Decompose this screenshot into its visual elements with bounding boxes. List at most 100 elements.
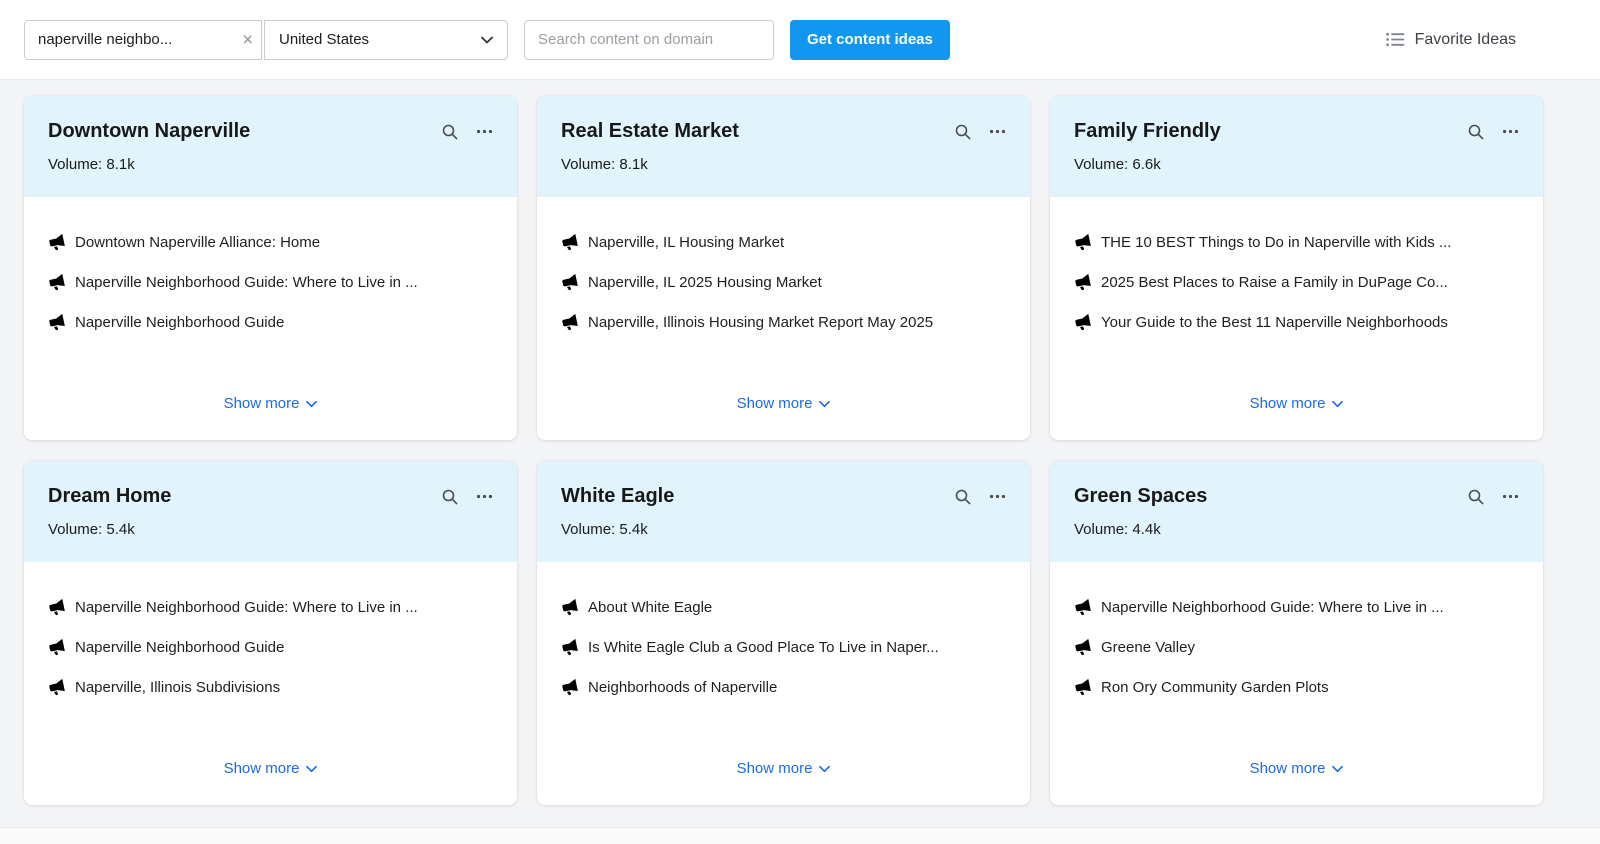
- volume-label: Volume:: [48, 156, 102, 173]
- volume-value: 5.4k: [106, 521, 134, 538]
- search-icon[interactable]: [954, 123, 971, 140]
- section-divider: [0, 827, 1600, 844]
- volume-label: Volume:: [1074, 156, 1128, 173]
- chevron-down-icon: [819, 395, 830, 412]
- chevron-down-icon: [1332, 395, 1343, 412]
- keyword-input[interactable]: [24, 20, 262, 60]
- megaphone-icon: [559, 597, 579, 617]
- volume-value: 5.4k: [619, 521, 647, 538]
- more-options-icon[interactable]: [1502, 123, 1519, 140]
- search-icon[interactable]: [441, 488, 458, 505]
- domain-search-input[interactable]: [524, 20, 774, 60]
- list-item[interactable]: Naperville, Illinois Housing Market Repo…: [561, 313, 1006, 333]
- card-title: White Eagle: [561, 485, 674, 508]
- idea-title: Ron Ory Community Garden Plots: [1101, 678, 1329, 698]
- card-header: Real Estate Market Volume: 8.1k: [537, 96, 1030, 197]
- list-item[interactable]: Your Guide to the Best 11 Naperville Nei…: [1074, 313, 1519, 333]
- card-title: Downtown Naperville: [48, 120, 250, 143]
- country-selected-value: United States: [279, 31, 369, 48]
- list-item[interactable]: Ron Ory Community Garden Plots: [1074, 678, 1519, 698]
- idea-title: Naperville, Illinois Subdivisions: [75, 678, 280, 698]
- list-item[interactable]: Naperville, IL 2025 Housing Market: [561, 273, 1006, 293]
- list-item[interactable]: Neighborhoods of Naperville: [561, 678, 1006, 698]
- list-item[interactable]: About White Eagle: [561, 598, 1006, 618]
- list-item[interactable]: Downtown Naperville Alliance: Home: [48, 233, 493, 253]
- list-item[interactable]: Naperville Neighborhood Guide: Where to …: [48, 273, 493, 293]
- list-item[interactable]: Naperville Neighborhood Guide: Where to …: [48, 598, 493, 618]
- topic-card-white-eagle: White Eagle Volume: 5.4k About White Eag…: [537, 461, 1030, 805]
- idea-title: Naperville Neighborhood Guide: Where to …: [75, 273, 418, 293]
- megaphone-icon: [46, 677, 66, 697]
- search-icon[interactable]: [1467, 488, 1484, 505]
- country-select[interactable]: United States: [264, 20, 508, 60]
- search-icon[interactable]: [441, 123, 458, 140]
- idea-list: Naperville, IL Housing Market Naperville…: [561, 233, 1006, 353]
- show-more-button[interactable]: Show more: [1246, 752, 1348, 785]
- megaphone-icon: [46, 232, 66, 252]
- idea-title: Your Guide to the Best 11 Naperville Nei…: [1101, 313, 1448, 333]
- idea-title: Naperville, IL Housing Market: [588, 233, 784, 253]
- megaphone-icon: [1072, 677, 1092, 697]
- favorite-ideas-button[interactable]: Favorite Ideas: [1386, 31, 1516, 49]
- idea-title: Naperville, IL 2025 Housing Market: [588, 273, 822, 293]
- volume-label: Volume:: [561, 521, 615, 538]
- show-more-button[interactable]: Show more: [220, 752, 322, 785]
- show-more-button[interactable]: Show more: [733, 752, 835, 785]
- chevron-down-icon: [481, 31, 493, 48]
- topic-card-dream-home: Dream Home Volume: 5.4k Naperville Neigh…: [24, 461, 517, 805]
- list-item[interactable]: 2025 Best Places to Raise a Family in Du…: [1074, 273, 1519, 293]
- card-body: THE 10 BEST Things to Do in Naperville w…: [1050, 197, 1543, 440]
- card-body: Downtown Naperville Alliance: Home Naper…: [24, 197, 517, 440]
- get-content-ideas-button[interactable]: Get content ideas: [790, 20, 950, 60]
- more-options-icon[interactable]: [1502, 488, 1519, 505]
- idea-title: About White Eagle: [588, 598, 712, 618]
- card-title: Green Spaces: [1074, 485, 1207, 508]
- megaphone-icon: [1072, 637, 1092, 657]
- idea-list: Naperville Neighborhood Guide: Where to …: [1074, 598, 1519, 718]
- idea-title: 2025 Best Places to Raise a Family in Du…: [1101, 273, 1448, 293]
- list-item[interactable]: Is White Eagle Club a Good Place To Live…: [561, 638, 1006, 658]
- more-options-icon[interactable]: [476, 488, 493, 505]
- chevron-down-icon: [306, 395, 317, 412]
- megaphone-icon: [559, 232, 579, 252]
- megaphone-icon: [46, 312, 66, 332]
- show-more-button[interactable]: Show more: [1246, 387, 1348, 420]
- show-more-button[interactable]: Show more: [733, 387, 835, 420]
- volume: Volume: 5.4k: [561, 521, 1006, 538]
- show-more-button[interactable]: Show more: [220, 387, 322, 420]
- more-options-icon[interactable]: [476, 123, 493, 140]
- card-title: Real Estate Market: [561, 120, 739, 143]
- clear-icon[interactable]: ×: [242, 30, 253, 48]
- search-icon[interactable]: [1467, 123, 1484, 140]
- list-item[interactable]: Naperville Neighborhood Guide: [48, 638, 493, 658]
- idea-title: Neighborhoods of Naperville: [588, 678, 777, 698]
- list-item[interactable]: Greene Valley: [1074, 638, 1519, 658]
- list-item[interactable]: Naperville, Illinois Subdivisions: [48, 678, 493, 698]
- volume-value: 6.6k: [1132, 156, 1160, 173]
- card-header: Family Friendly Volume: 6.6k: [1050, 96, 1543, 197]
- idea-title: Naperville, Illinois Housing Market Repo…: [588, 313, 933, 333]
- list-item[interactable]: Naperville Neighborhood Guide: Where to …: [1074, 598, 1519, 618]
- card-title: Dream Home: [48, 485, 171, 508]
- more-options-icon[interactable]: [989, 488, 1006, 505]
- megaphone-icon: [1072, 232, 1092, 252]
- more-options-icon[interactable]: [989, 123, 1006, 140]
- idea-title: Naperville Neighborhood Guide: [75, 638, 284, 658]
- list-item[interactable]: Naperville, IL Housing Market: [561, 233, 1006, 253]
- megaphone-icon: [46, 597, 66, 617]
- card-body: Naperville, IL Housing Market Naperville…: [537, 197, 1030, 440]
- topic-cards-grid: Downtown Naperville Volume: 8.1k Downtow…: [0, 80, 1600, 827]
- search-icon[interactable]: [954, 488, 971, 505]
- megaphone-icon: [1072, 312, 1092, 332]
- topic-card-family-friendly: Family Friendly Volume: 6.6k THE 10 BEST…: [1050, 96, 1543, 440]
- topic-card-green-spaces: Green Spaces Volume: 4.4k Naperville Nei…: [1050, 461, 1543, 805]
- megaphone-icon: [559, 677, 579, 697]
- megaphone-icon: [559, 637, 579, 657]
- idea-list: THE 10 BEST Things to Do in Naperville w…: [1074, 233, 1519, 353]
- list-item[interactable]: Naperville Neighborhood Guide: [48, 313, 493, 333]
- volume-label: Volume:: [1074, 521, 1128, 538]
- list-item[interactable]: THE 10 BEST Things to Do in Naperville w…: [1074, 233, 1519, 253]
- volume: Volume: 5.4k: [48, 521, 493, 538]
- megaphone-icon: [1072, 597, 1092, 617]
- volume: Volume: 4.4k: [1074, 521, 1519, 538]
